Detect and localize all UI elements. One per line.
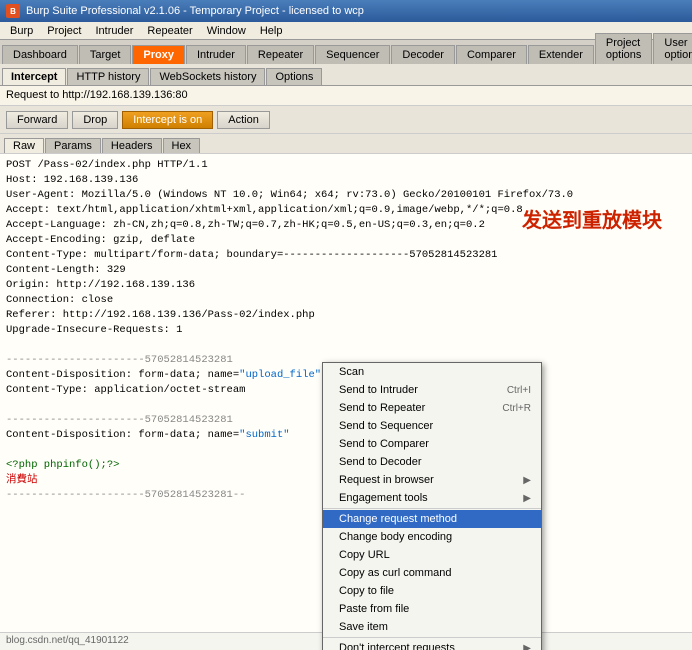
context-menu-arrow: ▶ — [523, 475, 531, 486]
context-menu-separator — [323, 508, 541, 509]
context-menu-item-send-to-intruder[interactable]: Send to Intruder Ctrl+I — [323, 381, 541, 399]
context-menu-item-send-to-repeater[interactable]: Send to Repeater Ctrl+R — [323, 399, 541, 417]
main-tab-dashboard[interactable]: Dashboard — [2, 45, 78, 64]
action-button[interactable]: Action — [217, 111, 270, 129]
context-menu-label: Change request method — [339, 513, 457, 525]
content-tab-raw[interactable]: Raw — [4, 138, 44, 153]
context-menu-item-send-to-comparer[interactable]: Send to Comparer — [323, 435, 541, 453]
context-menu-label: Send to Intruder — [339, 384, 418, 396]
context-menu-item-save-item[interactable]: Save item — [323, 618, 541, 636]
context-menu-label: Copy to file — [339, 585, 394, 597]
context-menu-label: Copy URL — [339, 549, 390, 561]
menu-item-window[interactable]: Window — [201, 24, 252, 38]
context-menu-item-copy-as-curl[interactable]: Copy as curl command — [323, 564, 541, 582]
main-tab-bar: DashboardTargetProxyIntruderRepeaterSequ… — [0, 40, 692, 64]
main-tab-project-options[interactable]: Project options — [595, 33, 652, 64]
context-menu-arrow: ▶ — [523, 643, 531, 650]
content-tab-bar: RawParamsHeadersHex — [0, 134, 692, 154]
request-info: Request to http://192.168.139.136:80 — [0, 86, 692, 106]
info-bar-text: blog.csdn.net/qq_41901122 — [6, 635, 129, 646]
forward-button[interactable]: Forward — [6, 111, 68, 129]
request-info-text: Request to http://192.168.139.136:80 — [6, 89, 188, 101]
context-menu-label: Send to Decoder — [339, 456, 422, 468]
main-tab-decoder[interactable]: Decoder — [391, 45, 455, 64]
context-menu-label: Send to Sequencer — [339, 420, 433, 432]
context-menu-item-engagement-tools[interactable]: Engagement tools ▶ — [323, 489, 541, 507]
context-menu-item-send-to-sequencer[interactable]: Send to Sequencer — [323, 417, 541, 435]
intercept-button[interactable]: Intercept is on — [122, 111, 213, 129]
context-menu-separator — [323, 637, 541, 638]
secondary-tab-websockets-history[interactable]: WebSockets history — [150, 68, 265, 85]
menu-item-burp[interactable]: Burp — [4, 24, 39, 38]
content-tab-params[interactable]: Params — [45, 138, 101, 153]
main-tab-user-options[interactable]: User options — [653, 33, 692, 64]
context-menu-item-paste-from-file[interactable]: Paste from file — [323, 600, 541, 618]
main-tab-extender[interactable]: Extender — [528, 45, 594, 64]
toolbar: Forward Drop Intercept is on Action — [0, 106, 692, 134]
secondary-tab-options[interactable]: Options — [266, 68, 322, 85]
menu-item-help[interactable]: Help — [254, 24, 289, 38]
main-tab-sequencer[interactable]: Sequencer — [315, 45, 390, 64]
secondary-tab-http-history[interactable]: HTTP history — [67, 68, 149, 85]
title-bar: B Burp Suite Professional v2.1.06 - Temp… — [0, 0, 692, 22]
context-menu-arrow: ▶ — [523, 493, 531, 504]
main-tab-target[interactable]: Target — [79, 45, 132, 64]
context-menu-label: Don't intercept requests — [339, 642, 455, 650]
context-menu-label: Scan — [339, 366, 364, 378]
main-tab-repeater[interactable]: Repeater — [247, 45, 314, 64]
menu-item-repeater[interactable]: Repeater — [141, 24, 198, 38]
context-menu-shortcut: Ctrl+I — [507, 385, 531, 396]
context-menu-item-change-body-encoding[interactable]: Change body encoding — [323, 528, 541, 546]
context-menu-label: Save item — [339, 621, 388, 633]
context-menu-item-scan[interactable]: Scan — [323, 363, 541, 381]
menu-item-project[interactable]: Project — [41, 24, 87, 38]
context-menu-label: Engagement tools — [339, 492, 428, 504]
context-menu-item-copy-url[interactable]: Copy URL — [323, 546, 541, 564]
context-menu: Scan Send to Intruder Ctrl+I Send to Repeat… — [322, 362, 542, 650]
drop-button[interactable]: Drop — [72, 111, 118, 129]
content-area: POST /Pass-02/index.php HTTP/1.1 Host: 1… — [0, 154, 692, 650]
secondary-tab-intercept[interactable]: Intercept — [2, 68, 66, 85]
menu-bar: BurpProjectIntruderRepeaterWindowHelp — [0, 22, 692, 40]
context-menu-label: Copy as curl command — [339, 567, 452, 579]
context-menu-item-copy-to-file[interactable]: Copy to file — [323, 582, 541, 600]
context-menu-label: Request in browser — [339, 474, 434, 486]
content-tab-hex[interactable]: Hex — [163, 138, 201, 153]
secondary-tab-bar: InterceptHTTP historyWebSockets historyO… — [0, 64, 692, 86]
content-tab-headers[interactable]: Headers — [102, 138, 162, 153]
context-menu-label: Change body encoding — [339, 531, 452, 543]
window-title: Burp Suite Professional v2.1.06 - Tempor… — [26, 5, 364, 17]
menu-item-intruder[interactable]: Intruder — [90, 24, 140, 38]
main-tab-intruder[interactable]: Intruder — [186, 45, 246, 64]
app-icon: B — [6, 4, 20, 18]
main-tab-comparer[interactable]: Comparer — [456, 45, 527, 64]
context-menu-label: Send to Comparer — [339, 438, 429, 450]
context-menu-label: Paste from file — [339, 603, 409, 615]
context-menu-item-request-in-browser[interactable]: Request in browser ▶ — [323, 471, 541, 489]
context-menu-label: Send to Repeater — [339, 402, 425, 414]
context-menu-shortcut: Ctrl+R — [502, 403, 531, 414]
main-tab-proxy[interactable]: Proxy — [132, 45, 185, 64]
context-menu-item-change-request-method[interactable]: Change request method — [323, 510, 541, 528]
context-menu-item-dont-intercept[interactable]: Don't intercept requests ▶ — [323, 639, 541, 650]
context-menu-item-send-to-decoder[interactable]: Send to Decoder — [323, 453, 541, 471]
